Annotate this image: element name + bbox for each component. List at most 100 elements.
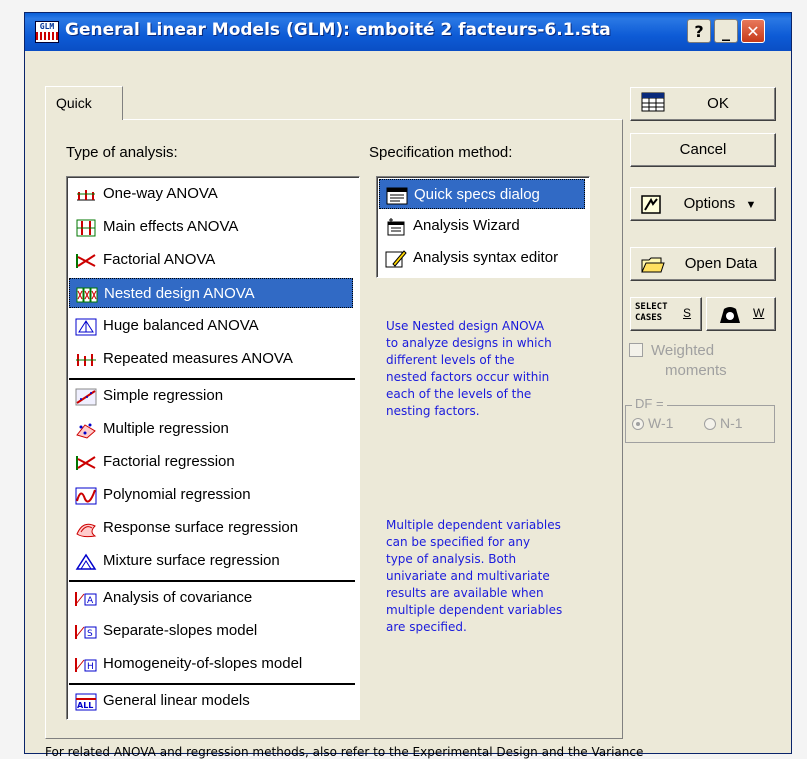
analysis-item-label: Huge balanced ANOVA [103,317,259,334]
svg-text:S: S [87,629,93,639]
glm-icon-text: GLM [36,22,58,32]
factorial-regression-icon [75,453,97,471]
specification-method-label: Specification method: [369,144,513,161]
df-w1-label: W-1 [648,415,674,431]
analysis-item-label: Mixture surface regression [103,552,280,569]
analysis-item-factorial-regression[interactable]: Factorial regression [69,447,353,477]
specification-method-list[interactable]: Quick specs dialog Analysis Wizard Analysi… [376,176,590,278]
analysis-item-nested-design-anova[interactable]: Nested design ANOVA [69,278,353,308]
separate-slopes-icon: S [75,622,97,640]
ok-table-icon [641,92,665,112]
huge-balanced-anova-icon [75,317,97,336]
df-groupbox: DF = W-1 N-1 [625,396,775,443]
spec-item-analysis-syntax-editor[interactable]: Analysis syntax editor [379,243,585,273]
minimize-button[interactable]: _ [714,19,738,43]
weighted-moments-checkbox[interactable] [629,343,643,357]
weight-icon [720,307,740,323]
ok-label: OK [707,95,729,112]
analysis-item-label: General linear models [103,692,250,709]
df-w1-radio[interactable] [632,418,644,430]
repeated-measures-anova-icon [75,350,97,368]
multiple-info-line: type of analysis. Both [386,552,517,566]
open-data-button[interactable]: Open Data [630,247,776,281]
analysis-type-list[interactable]: One-way ANOVA Main effects ANOVA Factorial… [66,176,360,720]
analysis-group-separator [69,378,355,380]
analysis-item-polynomial-regression[interactable]: Polynomial regression [69,480,353,510]
nested-info-line: each of the levels of the [386,387,532,401]
nested-info-line: nested factors occur within [386,370,550,384]
tab-quick[interactable]: Quick [45,86,123,120]
main-effects-anova-icon [75,218,97,237]
select-cases-button[interactable]: SELECT CASES S [630,297,702,331]
wizard-icon [385,217,407,236]
analysis-item-label: Repeated measures ANOVA [103,350,293,367]
analysis-item-label: Simple regression [103,387,224,404]
analysis-item-mixture-surface-regression[interactable]: Mixture surface regression [69,546,353,576]
glm-dialog-window: GLM General Linear Models (GLM): emboité… [24,12,792,759]
analysis-item-homogeneity-of-slopes-model[interactable]: H Homogeneity-of-slopes model [69,649,353,679]
weighted-label-line2: moments [665,362,727,379]
quick-tab-panel: Type of analysis: One-way ANOVA Main effe… [45,119,623,739]
one-way-anova-icon [75,185,97,203]
open-data-label: Open Data [684,255,758,272]
analysis-item-label: Response surface regression [103,519,299,536]
analysis-item-main-effects-anova[interactable]: Main effects ANOVA [69,212,353,242]
nested-info-line: nesting factors. [386,404,480,418]
analysis-item-multiple-regression[interactable]: Multiple regression [69,414,353,444]
analysis-group-separator [69,683,355,685]
spec-item-quick-specs-dialog[interactable]: Quick specs dialog [379,179,585,209]
analysis-item-label: Polynomial regression [103,486,251,503]
df-label: DF = [632,396,667,411]
options-icon [641,195,661,214]
options-button[interactable]: Options ▼ [630,187,776,221]
analysis-item-simple-regression[interactable]: Simple regression [69,381,353,411]
title-bar[interactable]: GLM General Linear Models (GLM): emboité… [25,13,791,51]
dropdown-arrow-icon: ▼ [745,199,757,211]
spec-item-analysis-wizard[interactable]: Analysis Wizard [379,211,585,241]
multiple-info-line: Multiple dependent variables [386,518,561,532]
analysis-item-general-linear-models[interactable]: ALL General linear models [69,686,353,716]
cancel-button[interactable]: Cancel [630,133,776,167]
help-button[interactable]: ? [687,19,711,43]
analysis-item-repeated-measures-anova[interactable]: Repeated measures ANOVA [69,344,353,374]
weight-button[interactable]: W [706,297,776,331]
analysis-item-separate-slopes-model[interactable]: S Separate-slopes model [69,616,353,646]
df-n1-radio[interactable] [704,418,716,430]
analysis-item-huge-balanced-anova[interactable]: Huge balanced ANOVA [69,311,353,341]
analysis-item-analysis-of-covariance[interactable]: A Analysis of covariance [69,583,353,613]
nested-design-description: Use Nested design ANOVA to analyze design… [386,318,552,420]
close-button[interactable]: ✕ [741,19,765,43]
nested-info-line: to analyze designs in which [386,336,552,350]
covariance-icon: A [75,589,97,607]
select-cases-line2: CASES [635,313,663,323]
select-cases-icon: SELECT CASES [635,302,668,324]
factorial-anova-icon [75,251,97,269]
homogeneity-slopes-icon: H [75,655,97,673]
weighted-label-line1: Weighted [651,342,715,359]
analysis-item-label: Homogeneity-of-slopes model [103,655,303,672]
spec-item-label: Analysis Wizard [413,217,520,234]
weight-key: W [753,306,765,320]
analysis-item-response-surface-regression[interactable]: Response surface regression [69,513,353,543]
footer-note: For related ANOVA and regression methods… [45,745,644,759]
simple-regression-icon [75,387,97,406]
ok-button[interactable]: OK [630,87,776,121]
nested-design-anova-icon [76,285,98,303]
multiple-info-line: can be specified for any [386,535,531,549]
multiple-info-line: univariate and multivariate [386,569,550,583]
open-folder-icon [641,257,665,273]
multiple-info-line: are specified. [386,620,467,634]
general-linear-models-icon: ALL [75,692,97,711]
spec-item-label: Quick specs dialog [414,186,540,203]
analysis-item-label: Factorial ANOVA [103,251,216,268]
analysis-item-factorial-anova[interactable]: Factorial ANOVA [69,245,353,275]
weighted-moments-label: Weighted moments [651,341,727,381]
mixture-surface-regression-icon [75,552,97,570]
svg-text:A: A [87,596,94,606]
quick-specs-icon [386,186,408,205]
window-title: General Linear Models (GLM): emboité 2 f… [65,20,611,40]
analysis-item-label: Multiple regression [103,420,229,437]
analysis-item-label: Main effects ANOVA [103,218,239,235]
analysis-item-one-way-anova[interactable]: One-way ANOVA [69,179,353,209]
analysis-item-label: Factorial regression [103,453,235,470]
